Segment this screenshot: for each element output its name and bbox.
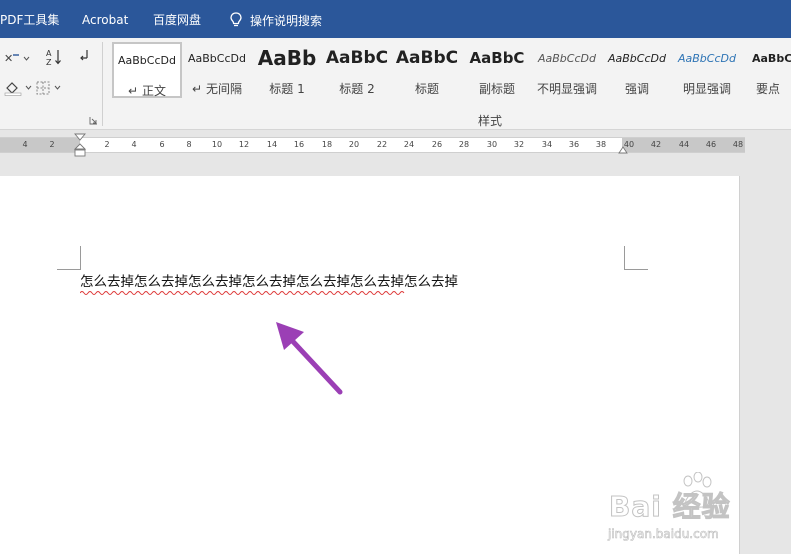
ribbon-tab-bar: PDF工具集 Acrobat 百度网盘 操作说明搜索 — [0, 0, 791, 38]
style-sample: AaBbC — [325, 48, 389, 68]
ruler-tick: 46 — [705, 140, 717, 149]
ruler-left-margin — [0, 138, 80, 152]
ruler-tick: 2 — [104, 140, 110, 149]
style-label: ↵ 正文 — [128, 84, 166, 98]
margin-corner-top-left — [57, 246, 81, 270]
tab-acrobat[interactable]: Acrobat — [82, 12, 128, 28]
ruler-tick: 4 — [131, 140, 137, 149]
ruler-tick: 44 — [678, 140, 690, 149]
style-label: 明显强调 — [682, 82, 731, 96]
ruler-tick: 42 — [650, 140, 662, 149]
shading-button[interactable] — [4, 80, 32, 96]
tab-baidu-pan[interactable]: 百度网盘 — [153, 12, 201, 28]
style-label: ↵ 无间隔 — [192, 82, 242, 96]
ruler-tick: 24 — [403, 140, 415, 149]
ribbon: ✕ A Z AaBbCcDd ↵ 正文 AaBbCcDd ↵ 无间隔 AaBb … — [0, 38, 791, 130]
style-subtitle[interactable]: AaBbC 副标题 — [462, 42, 532, 98]
style-label: 强调 — [624, 82, 649, 96]
sort-button[interactable]: A Z — [46, 48, 62, 67]
style-title[interactable]: AaBbC 标题 — [392, 42, 462, 98]
ruler-tick: 10 — [211, 140, 223, 149]
style-sample: AaBbC — [752, 52, 791, 65]
text-direction-button[interactable]: ✕ — [4, 50, 30, 65]
style-sample: AaBbCcDd — [538, 52, 596, 65]
tab-pdf-tools[interactable]: PDF工具集 — [0, 12, 59, 28]
paragraph-mark-icon — [80, 50, 88, 61]
lightbulb-icon — [230, 12, 242, 27]
paragraph-dialog-launcher-icon[interactable] — [89, 116, 98, 125]
style-subtle-emphasis[interactable]: AaBbCcDd 不明显强调 — [532, 42, 602, 98]
svg-text:✕: ✕ — [4, 52, 13, 65]
ruler-tick: 12 — [238, 140, 250, 149]
annotation-arrow-icon — [276, 322, 343, 395]
style-heading-2[interactable]: AaBbC 标题 2 — [322, 42, 392, 98]
ruler-tick: 14 — [266, 140, 278, 149]
style-sample: AaBbC — [469, 49, 525, 67]
ruler-tick: 30 — [486, 140, 498, 149]
watermark-brand: Bai 经验 — [609, 490, 731, 524]
right-indent-marker-icon[interactable] — [618, 146, 628, 154]
style-sample: AaBbCcDd — [678, 52, 736, 65]
group-divider — [102, 42, 103, 126]
ruler-tick: 4 — [22, 140, 28, 149]
margin-corner-top-right — [624, 246, 648, 270]
style-label: 标题 2 — [339, 82, 375, 96]
paragraph-group: ✕ A Z — [0, 38, 100, 130]
svg-text:A: A — [46, 49, 52, 58]
style-label: 标题 1 — [269, 82, 305, 96]
styles-group-label: 样式 — [478, 114, 503, 128]
ruler-tick: 20 — [348, 140, 360, 149]
style-sample: AaBbCcDd — [188, 52, 246, 65]
borders-button[interactable] — [36, 80, 64, 96]
style-sample: AaBbCcDd — [608, 52, 666, 65]
ruler-tick: 18 — [321, 140, 333, 149]
ruler-tick: 36 — [568, 140, 580, 149]
style-label: 要点 — [756, 82, 781, 96]
spelling-squiggle — [80, 291, 405, 295]
style-label: 标题 — [414, 82, 439, 96]
ruler-tick: 2 — [49, 140, 55, 149]
style-sample: AaBbC — [395, 48, 459, 68]
indent-markers-icon[interactable] — [74, 133, 86, 159]
ruler-tick: 26 — [431, 140, 443, 149]
style-label: 不明显强调 — [536, 82, 597, 96]
svg-text:Z: Z — [46, 58, 52, 66]
style-sample: AaBb — [257, 46, 317, 70]
style-no-spacing[interactable]: AaBbCcDd ↵ 无间隔 — [182, 42, 252, 98]
ruler-tick: 48 — [732, 140, 744, 149]
style-emphasis[interactable]: AaBbCcDd 强调 — [602, 42, 672, 98]
watermark-url: jingyan.baidu.com — [608, 527, 719, 542]
ruler-tick: 6 — [159, 140, 165, 149]
document-text[interactable]: 怎么去掉怎么去掉怎么去掉怎么去掉怎么去掉怎么去掉怎么去掉 — [80, 273, 458, 291]
styles-gallery: AaBbCcDd ↵ 正文 AaBbCcDd ↵ 无间隔 AaBb 标题 1 A… — [108, 42, 791, 104]
style-heading-1[interactable]: AaBb 标题 1 — [252, 42, 322, 98]
style-normal[interactable]: AaBbCcDd ↵ 正文 — [112, 42, 182, 98]
style-strong[interactable]: AaBbC 要点 — [742, 42, 791, 98]
sort-icon: A Z — [46, 49, 61, 67]
tell-me-search[interactable]: 操作说明搜索 — [230, 12, 322, 29]
show-marks-button[interactable] — [78, 48, 90, 64]
borders-icon — [36, 81, 61, 95]
horizontal-ruler[interactable]: 4 2 2 4 6 8 10 12 14 16 18 20 22 24 26 2… — [0, 133, 745, 157]
style-sample: AaBbCcDd — [118, 54, 176, 67]
ruler-tick: 28 — [458, 140, 470, 149]
ruler-tick: 34 — [541, 140, 553, 149]
style-label: 副标题 — [478, 82, 515, 96]
ruler-tick: 16 — [293, 140, 305, 149]
style-intense-emphasis[interactable]: AaBbCcDd 明显强调 — [672, 42, 742, 98]
ruler-tick: 38 — [595, 140, 607, 149]
ruler-area: 4 2 2 4 6 8 10 12 14 16 18 20 22 24 26 2… — [0, 131, 791, 165]
paint-bucket-icon — [4, 82, 32, 96]
text-direction-icon: ✕ — [4, 52, 30, 65]
baidu-jingyan-watermark: Bai 经验 jingyan.baidu.com — [605, 470, 791, 554]
ruler-tick: 22 — [376, 140, 388, 149]
tell-me-label: 操作说明搜索 — [250, 14, 323, 28]
ruler-tick: 32 — [513, 140, 525, 149]
ruler-tick: 8 — [186, 140, 192, 149]
